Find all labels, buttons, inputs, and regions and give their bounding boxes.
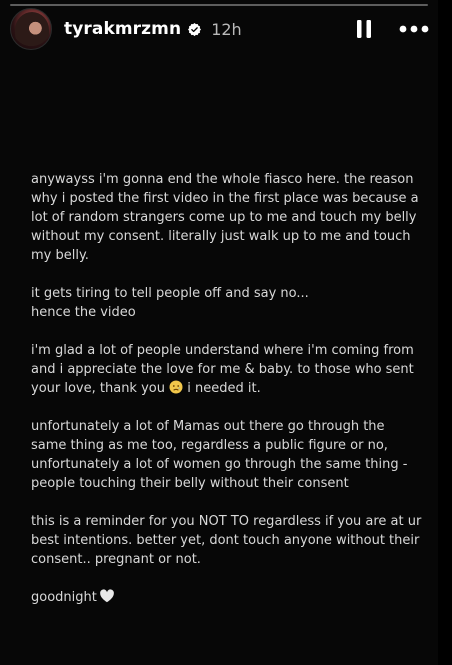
pause-button[interactable] xyxy=(352,17,376,41)
white-heart-icon xyxy=(99,589,115,603)
caption-paragraph-2: it gets tiring to tell people off and sa… xyxy=(31,286,309,320)
caption-paragraph-3-tail: i needed it. xyxy=(187,381,261,396)
avatar[interactable] xyxy=(10,8,52,50)
story-viewer[interactable]: tyrakmrzmn 12h anywayss i'm gonna end th… xyxy=(0,0,438,665)
caption-paragraph-6: goodnight xyxy=(31,588,423,607)
more-options-icon xyxy=(399,25,429,33)
more-options-button[interactable] xyxy=(398,17,430,41)
caption-paragraph-6-text: goodnight xyxy=(31,590,97,605)
pause-icon xyxy=(357,20,371,38)
story-progress-bar xyxy=(10,4,428,6)
caption-paragraph-4: unfortunately a lot of Mamas out there g… xyxy=(31,419,408,491)
right-edge-bar xyxy=(438,0,452,665)
story-header: tyrakmrzmn 12h xyxy=(10,8,430,50)
story-caption: anywayss i'm gonna end the whole fiasco … xyxy=(31,170,423,626)
username[interactable]: tyrakmrzmn xyxy=(64,19,181,39)
sad-face-emoji-icon xyxy=(169,380,183,394)
caption-paragraph-5: this is a reminder for you NOT TO regard… xyxy=(31,514,422,567)
caption-paragraph-1: anywayss i'm gonna end the whole fiasco … xyxy=(31,172,419,263)
verified-badge-icon xyxy=(187,22,202,37)
caption-paragraph-3: i'm glad a lot of people understand wher… xyxy=(31,341,423,398)
posted-time: 12h xyxy=(211,19,242,39)
